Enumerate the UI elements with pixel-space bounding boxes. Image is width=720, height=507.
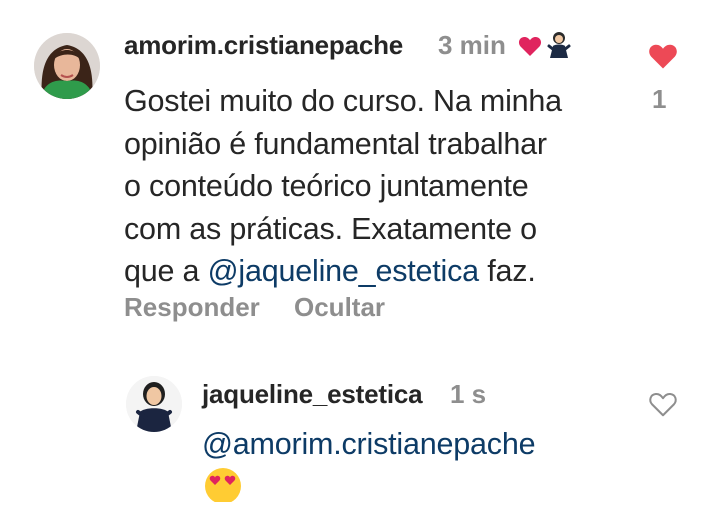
avatar[interactable]	[126, 376, 182, 432]
heart-filled-icon	[649, 44, 677, 69]
reply-username[interactable]: jaqueline_estetica	[202, 379, 423, 410]
heart-icon	[518, 35, 542, 62]
heart-eyes-emoji-icon	[202, 462, 244, 507]
comment-text-fragment: faz.	[478, 254, 536, 288]
comment-text: Gostei muito do curso. Na minha opinião …	[124, 80, 624, 293]
hide-button[interactable]: Ocultar	[294, 292, 385, 323]
person-emoji-icon	[546, 30, 572, 65]
comment-text-fragment: que a	[124, 254, 208, 288]
reply-timestamp: 1 s	[450, 379, 487, 409]
comment-text-line: o conteúdo teórico juntamente	[124, 169, 529, 203]
like-count[interactable]: 1	[652, 84, 666, 115]
mention-link[interactable]: @jaqueline_estetica	[208, 254, 480, 288]
comment-text-line: opinião é fundamental trabalhar	[124, 126, 547, 161]
like-button[interactable]	[648, 42, 678, 75]
avatar[interactable]	[34, 33, 100, 99]
like-button[interactable]	[648, 390, 678, 423]
comment-text-line: com as práticas. Exatamente o	[124, 211, 537, 246]
reply-button[interactable]: Responder	[124, 292, 260, 323]
comment-username[interactable]: amorim.cristianepache	[124, 30, 403, 61]
heart-outline-icon	[649, 392, 677, 417]
mention-link[interactable]: @amorim.cristianepache	[202, 424, 536, 464]
comment-text-line: que a @jaqueline_estetica faz.	[124, 250, 624, 293]
comment-text-line: Gostei muito do curso. Na minha	[124, 84, 562, 118]
comment-timestamp: 3 min	[438, 30, 506, 60]
